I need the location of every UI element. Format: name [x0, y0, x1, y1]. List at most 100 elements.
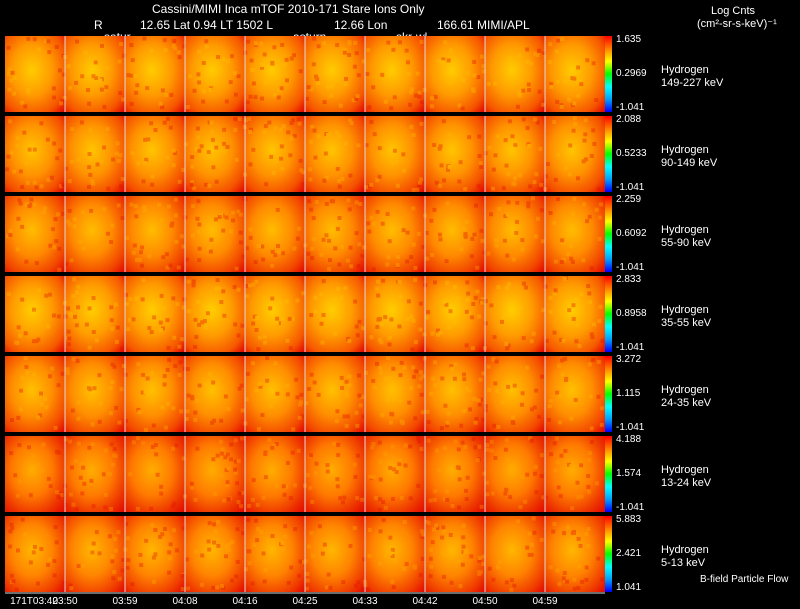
- heatmap-cell: [193, 410, 198, 415]
- heatmap-cell: [483, 408, 488, 413]
- heatmap-cell: [373, 496, 378, 501]
- heatmap-cell: [416, 483, 421, 488]
- heatmap-cell: [310, 124, 315, 129]
- x-tick-label: 03:50: [52, 596, 78, 607]
- heatmap-cell: [262, 579, 267, 584]
- heatmap-cell: [76, 400, 81, 405]
- heatmap-cell: [75, 39, 80, 44]
- heatmap-cell: [86, 68, 91, 73]
- heatmap-cell: [588, 300, 593, 305]
- heatmap-cell: [442, 445, 447, 450]
- heatmap-cell: [13, 473, 18, 478]
- heatmap-cell: [526, 201, 531, 206]
- heatmap-cell: [207, 71, 212, 76]
- heatmap-cell: [36, 337, 41, 342]
- heatmap-cell: [167, 357, 172, 362]
- heatmap-cell: [154, 452, 159, 457]
- heatmap-cell: [385, 397, 390, 402]
- heatmap-cell: [390, 579, 395, 584]
- heatmap-cell: [245, 39, 250, 44]
- heatmap-cell: [32, 470, 37, 475]
- heatmap-cell: [468, 407, 473, 412]
- heatmap-cell: [583, 118, 588, 123]
- heatmap-cell: [336, 452, 341, 457]
- heatmap-cell: [49, 175, 54, 180]
- heatmap-cell: [521, 336, 526, 341]
- heatmap-cell: [310, 255, 315, 260]
- heatmap-cell: [507, 119, 512, 124]
- heatmap-cell: [592, 322, 597, 327]
- heatmap-cell: [443, 403, 448, 408]
- heatmap-cell: [543, 284, 548, 289]
- heatmap-cell: [163, 48, 168, 53]
- heatmap-cell: [539, 208, 544, 213]
- heatmap-cell: [357, 393, 362, 398]
- heatmap-cell: [141, 440, 146, 445]
- colorbar-mid-label: 0.8958: [616, 308, 647, 319]
- heatmap-cell: [219, 300, 224, 305]
- heatmap-cell: [285, 338, 290, 343]
- heatmap-cell: [340, 500, 345, 505]
- heatmap-cell: [505, 285, 510, 290]
- heatmap-cell: [283, 534, 288, 539]
- heatmap-cell: [511, 257, 516, 262]
- heatmap-cell: [354, 410, 359, 415]
- heatmap-cell: [399, 495, 404, 500]
- heatmap-cell: [566, 252, 571, 257]
- heatmap-cell: [587, 458, 592, 463]
- heatmap-cell: [448, 309, 453, 314]
- heatmap-cell: [532, 471, 537, 476]
- heatmap-cell: [141, 179, 146, 184]
- heatmap-cell: [409, 386, 414, 391]
- heatmap-cell: [509, 578, 514, 583]
- heatmap-cell: [215, 278, 220, 283]
- heatmap-cell: [462, 409, 467, 414]
- heatmap-cell: [456, 296, 461, 301]
- heatmap-cell: [356, 263, 361, 268]
- heatmap-cell: [289, 121, 294, 126]
- colorbar-mid-label: 1.574: [616, 468, 642, 479]
- heatmap-cell: [270, 263, 275, 268]
- heatmap-cell: [270, 60, 275, 65]
- heatmap-cell: [299, 392, 304, 397]
- heatmap-cell: [253, 41, 258, 46]
- heatmap-cell: [398, 294, 403, 299]
- heatmap-cell: [563, 449, 568, 454]
- heatmap-cell: [233, 117, 238, 122]
- heatmap-cell: [316, 44, 321, 49]
- heatmap-cell: [69, 258, 74, 263]
- heatmap-cell: [124, 302, 129, 307]
- heatmap-cell: [80, 74, 85, 79]
- heatmap-cell: [327, 258, 332, 263]
- heatmap-cell: [495, 388, 500, 393]
- heatmap-cell: [588, 451, 593, 456]
- heatmap-cell: [115, 325, 120, 330]
- heatmap-cell: [419, 447, 424, 452]
- heatmap-cell: [279, 144, 284, 149]
- colorbar-max-label: 5.883: [616, 514, 642, 525]
- heatmap-cell: [325, 463, 330, 468]
- heatmap-cell: [160, 405, 165, 410]
- heatmap-block: [485, 356, 545, 432]
- heatmap-cell: [46, 177, 51, 182]
- heatmap-cell: [263, 450, 268, 455]
- heatmap-cell: [409, 314, 414, 319]
- heatmap-cell: [477, 134, 482, 139]
- heatmap-cell: [418, 573, 423, 578]
- heatmap-cell: [426, 310, 431, 315]
- heatmap-cell: [483, 151, 488, 156]
- heatmap-cell: [248, 227, 253, 232]
- heatmap-cell: [280, 540, 285, 545]
- heatmap-cell: [180, 587, 185, 592]
- heatmap-cell: [250, 361, 255, 366]
- heatmap-cell: [145, 376, 150, 381]
- heatmap-cell: [557, 420, 562, 425]
- heatmap-cell: [374, 361, 379, 366]
- heatmap-cell: [109, 318, 114, 323]
- heatmap-cell: [72, 224, 77, 229]
- spectrogram-panel: [5, 356, 612, 432]
- heatmap-cell: [575, 480, 580, 485]
- heatmap-cell: [186, 309, 191, 314]
- heatmap-cell: [548, 295, 553, 300]
- heatmap-cell: [529, 339, 534, 344]
